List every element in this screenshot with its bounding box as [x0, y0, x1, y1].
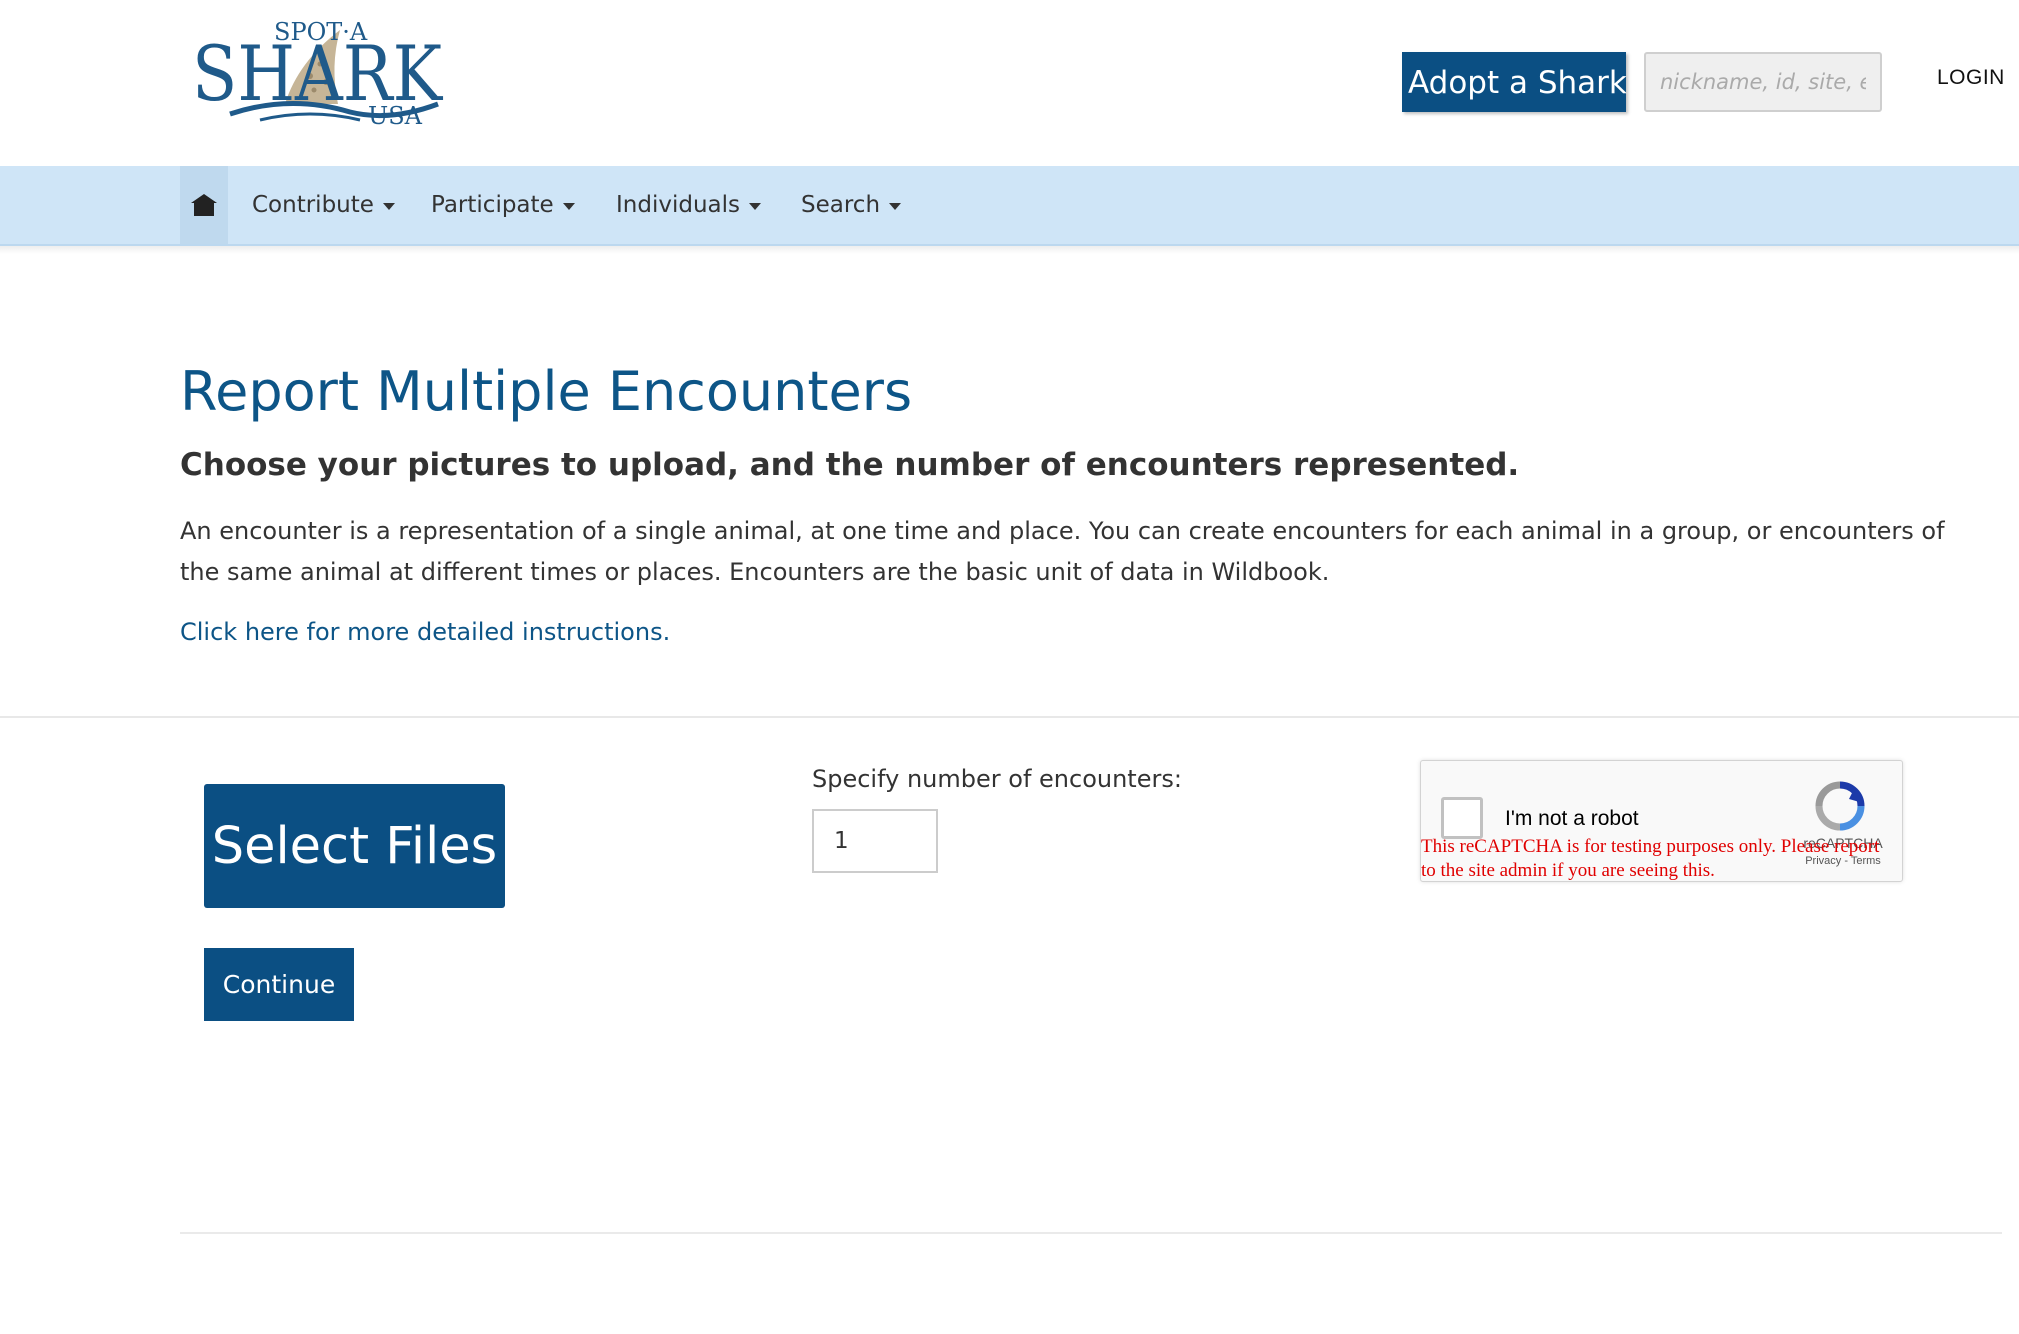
- nav-item-label: Individuals: [616, 192, 740, 218]
- nav-item-participate[interactable]: Participate: [431, 166, 575, 244]
- nav-item-label: Participate: [431, 192, 554, 218]
- nav-item-individuals[interactable]: Individuals: [616, 166, 761, 244]
- footer-divider: [180, 1232, 2002, 1234]
- nav-item-search[interactable]: Search: [801, 166, 902, 244]
- encounter-count-input[interactable]: [812, 809, 938, 873]
- nav-item-label: Contribute: [252, 192, 374, 218]
- home-icon: [191, 194, 217, 216]
- encounter-count-label: Specify number of encounters:: [812, 765, 1182, 793]
- nav-home-button[interactable]: [180, 166, 228, 244]
- recaptcha-logo-icon: [1813, 779, 1867, 833]
- continue-button[interactable]: Continue: [204, 948, 354, 1021]
- main-navigation: Contribute Participate Individuals Searc…: [0, 166, 2019, 246]
- page-title: Report Multiple Encounters: [180, 360, 913, 423]
- recaptcha-label: I'm not a robot: [1505, 807, 1639, 830]
- select-files-button[interactable]: Select Files: [204, 784, 505, 908]
- nav-item-contribute[interactable]: Contribute: [252, 166, 395, 244]
- shark-fin-logo-icon: SPOT·A SHARK USA: [192, 18, 443, 128]
- section-divider: [0, 716, 2019, 718]
- adopt-a-shark-button[interactable]: Adopt a Shark: [1402, 52, 1627, 112]
- caret-down-icon: [749, 203, 761, 210]
- caret-down-icon: [889, 203, 902, 210]
- recaptcha-testing-warning: This reCAPTCHA is for testing purposes o…: [1421, 836, 1880, 881]
- encounter-description: An encounter is a representation of a si…: [180, 517, 1945, 586]
- nav-shadow: [0, 246, 2019, 254]
- recaptcha-checkbox[interactable]: [1441, 797, 1483, 839]
- page-subtitle: Choose your pictures to upload, and the …: [180, 447, 1520, 483]
- detailed-instructions-link[interactable]: Click here for more detailed instruction…: [180, 618, 670, 646]
- search-input[interactable]: [1644, 52, 1882, 112]
- recaptcha-widget: I'm not a robot reCAPTCHA Privacy - Term…: [1420, 760, 1903, 882]
- caret-down-icon: [382, 203, 395, 210]
- site-header: SPOT·A SHARK USA Adopt a Shark LOGIN: [0, 0, 2019, 166]
- caret-down-icon: [562, 203, 575, 210]
- nav-item-label: Search: [801, 192, 881, 218]
- spot-a-shark-logo[interactable]: SPOT·A SHARK USA: [190, 16, 454, 128]
- login-link[interactable]: LOGIN: [1937, 66, 2005, 90]
